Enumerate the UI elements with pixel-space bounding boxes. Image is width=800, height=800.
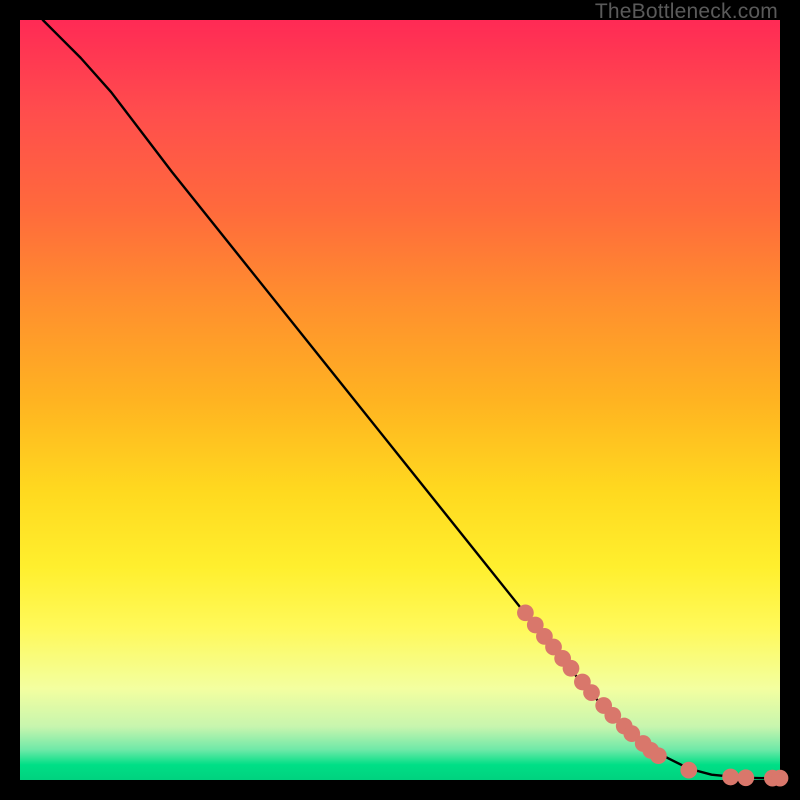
data-marker — [680, 762, 697, 779]
data-marker — [563, 660, 580, 677]
data-marker — [772, 770, 789, 787]
data-marker — [650, 747, 667, 764]
chart-svg — [20, 20, 780, 780]
plot-area — [20, 20, 780, 780]
data-marker — [737, 769, 754, 786]
bottleneck-curve — [43, 20, 780, 778]
data-marker — [583, 684, 600, 701]
chart-stage: TheBottleneck.com — [0, 0, 800, 800]
marker-group — [517, 604, 788, 786]
data-marker — [722, 769, 739, 786]
